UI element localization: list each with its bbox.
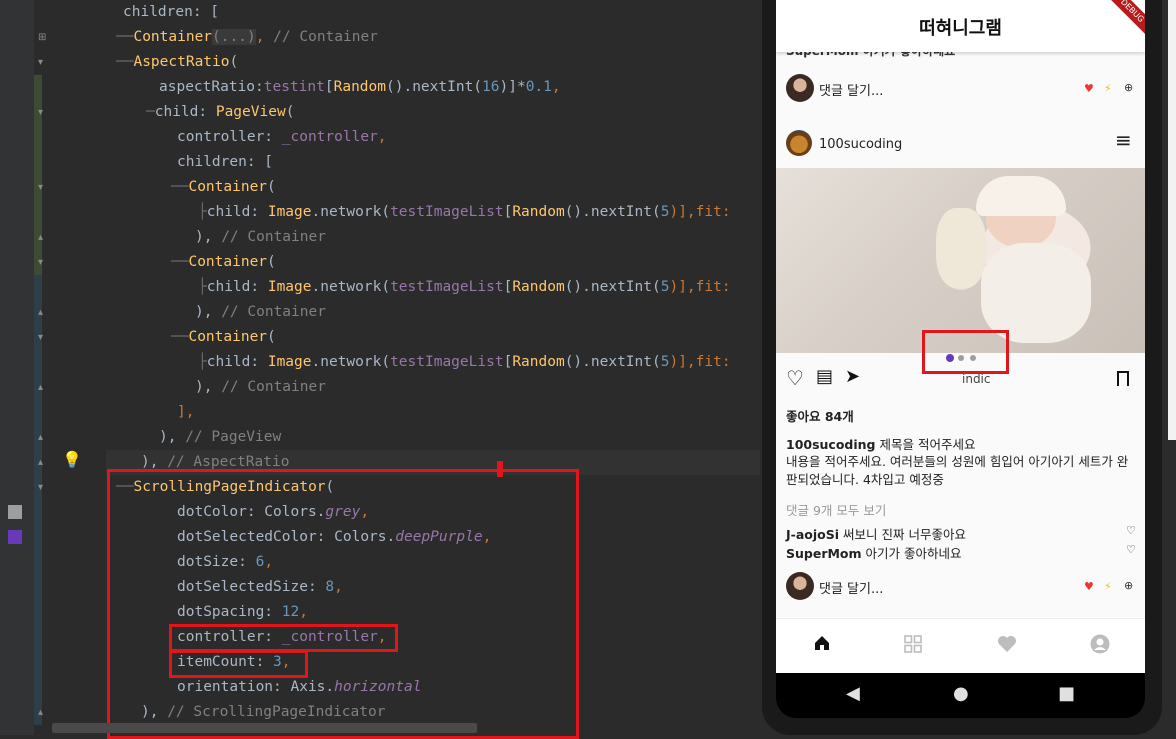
comment-placeholder[interactable]: 댓글 달기... — [819, 80, 883, 99]
grid-icon[interactable] — [904, 635, 922, 653]
code-line: children: [ — [177, 154, 274, 170]
lightbulb-icon[interactable]: 💡 — [62, 450, 82, 469]
comment-like-icon[interactable]: ♡ — [1126, 525, 1136, 537]
fold-collapse-icon[interactable]: ▾ — [38, 58, 48, 68]
code-line: ──Container( — [171, 329, 276, 345]
fold-collapse-icon[interactable]: ▾ — [38, 108, 48, 118]
bottom-navigation — [776, 618, 1145, 673]
fold-end-icon[interactable]: ▴ — [38, 708, 48, 718]
fold-end-icon[interactable]: ▴ — [38, 458, 48, 468]
fold-collapse-icon[interactable]: ▾ — [38, 483, 48, 493]
back-icon[interactable]: ◀ — [846, 683, 860, 704]
add-circle-icon[interactable]: ⊕ — [1124, 580, 1133, 592]
grey-color-swatch-icon — [8, 505, 22, 519]
purple-color-swatch-icon — [8, 530, 22, 544]
highlight-box-controller — [169, 624, 398, 652]
send-icon[interactable]: ➤ — [845, 366, 860, 387]
code-line: ─child: PageView( — [146, 104, 295, 120]
comment-input-row[interactable]: 댓글 달기... ♥ ⚡ ⊕ — [776, 566, 1145, 606]
comment-text: 써보니 진짜 너무좋아요 — [839, 527, 966, 542]
highlight-box-itemcount — [169, 650, 308, 678]
code-line: ], — [177, 404, 195, 420]
home-button-icon[interactable]: ● — [953, 683, 969, 704]
fold-end-icon[interactable]: ▴ — [38, 383, 48, 393]
caption-username[interactable]: 100sucoding — [786, 437, 876, 452]
code-line: ├child: Image.network(testImageList[Rand… — [198, 354, 731, 370]
code-line: ), // Container — [195, 229, 326, 245]
code-line: ), // Container — [195, 379, 326, 395]
bolt-icon[interactable]: ⚡ — [1104, 581, 1112, 593]
comment-text: 아기가 좋아하네요 — [861, 546, 962, 561]
bolt-icon[interactable]: ⚡ — [1104, 83, 1112, 95]
bookmark-icon[interactable] — [1117, 371, 1129, 386]
comment-placeholder[interactable]: 댓글 달기... — [819, 578, 883, 597]
heart-icon[interactable]: ♥ — [1084, 83, 1094, 95]
app-title: 떠혀니그램 — [919, 18, 1002, 39]
comment-item: SuperMom 아기가 좋아하네요 — [786, 543, 1136, 562]
code-line: ), // Container — [195, 304, 326, 320]
menu-icon[interactable]: ≡ — [1115, 130, 1132, 150]
like-icon[interactable]: ♡ — [786, 366, 804, 390]
highlight-box-indicator — [107, 469, 579, 739]
fold-collapse-icon[interactable]: ▾ — [38, 333, 48, 343]
android-navigation-bar: ◀ ● ■ — [776, 673, 1145, 718]
code-line: ──Container( — [171, 179, 276, 195]
horizontal-scrollbar[interactable] — [52, 723, 477, 733]
caption-body: 내용을 적어주세요. 여러분들의 성원에 힘입어 아기아기 세트가 완판되었습니… — [786, 454, 1129, 487]
comment-item: J-aojoSi 써보니 진짜 너무좋아요 — [786, 524, 1136, 543]
highlight-box-dots — [922, 330, 1009, 374]
code-line: ├child: Image.network(testImageList[Rand… — [198, 204, 731, 220]
code-line: children: [ — [123, 4, 220, 20]
scope-highlight — [34, 75, 42, 275]
home-icon[interactable] — [814, 635, 830, 651]
comment-like-icon[interactable]: ♡ — [1126, 544, 1136, 556]
fold-expand-icon[interactable]: ⊞ — [38, 33, 48, 43]
recent-apps-icon[interactable]: ■ — [1058, 683, 1075, 704]
add-circle-icon[interactable]: ⊕ — [1124, 82, 1133, 94]
caption-title: 제목을 적어주세요 — [875, 437, 976, 452]
comment-username[interactable]: J-aojoSi — [786, 527, 839, 542]
fold-collapse-icon[interactable]: ▾ — [38, 258, 48, 268]
highlight-marker — [497, 461, 503, 477]
code-line: ├child: Image.network(testImageList[Rand… — [198, 279, 731, 295]
fold-end-icon[interactable]: ▴ — [38, 233, 48, 243]
avatar — [786, 572, 814, 600]
app-bar: 떠혀니그램 DEBUG — [776, 0, 1145, 52]
comment-input-row[interactable]: 댓글 달기... ♥ ⚡ ⊕ — [776, 68, 1145, 108]
baby-hat — [976, 176, 1066, 216]
profile-icon[interactable] — [1090, 634, 1110, 654]
baby-body — [981, 243, 1091, 343]
fold-end-icon[interactable]: ▴ — [38, 308, 48, 318]
code-line: ──Container(...), // Container — [116, 29, 378, 45]
code-line: controller: _controller, — [177, 129, 387, 145]
comment-username[interactable]: SuperMom — [786, 546, 862, 561]
view-all-comments[interactable]: 댓글 9개 모두 보기 — [786, 500, 886, 519]
heart-icon[interactable]: ♥ — [1084, 581, 1094, 593]
window-edge-panel — [1168, 0, 1176, 440]
comment-icon[interactable]: ▤ — [816, 366, 833, 387]
caption-title-row: 100sucoding 제목을 적어주세요 — [786, 434, 1136, 453]
avatar — [786, 130, 812, 156]
fold-end-icon[interactable]: ▴ — [38, 433, 48, 443]
post-username[interactable]: 100sucoding — [819, 137, 902, 152]
indicator-label: indic — [962, 372, 991, 386]
code-editor: ⊞ ▾ ▾ ▾ ▴ ▾ ▴ ▾ ▴ ▴ ▴ ▾ ▴ 💡 children: [ … — [0, 0, 760, 739]
code-line: ──Container( — [171, 254, 276, 270]
fold-collapse-icon[interactable]: ▾ — [38, 183, 48, 193]
favorite-icon[interactable] — [997, 635, 1017, 653]
code-line: aspectRatio:testint[Random().nextInt(16)… — [159, 79, 561, 95]
left-gutter — [0, 0, 34, 735]
likes-count[interactable]: 좋아요 84개 — [786, 406, 854, 425]
plush-toy — [936, 208, 986, 288]
code-line: ), // PageView — [159, 429, 282, 445]
avatar — [786, 74, 814, 102]
code-line: ──AspectRatio( — [116, 54, 239, 70]
post-image[interactable] — [776, 168, 1145, 353]
